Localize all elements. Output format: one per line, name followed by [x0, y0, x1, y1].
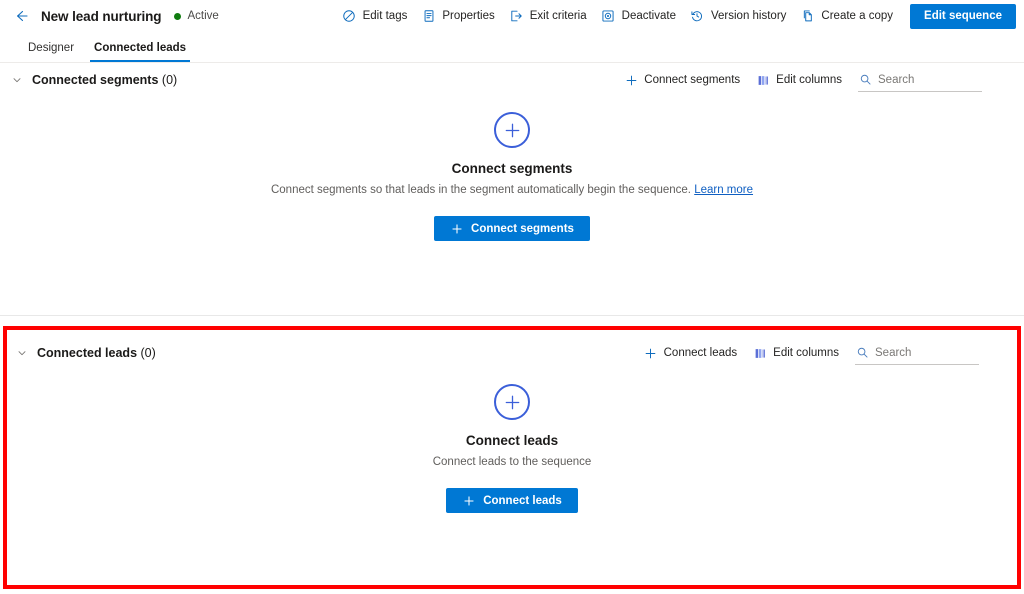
- connect-leads-button-label: Connect leads: [483, 494, 562, 507]
- properties-label: Properties: [442, 10, 495, 22]
- command-bar-actions: Edit tags Properties Exit criteria Deact…: [335, 2, 1016, 30]
- connect-segments-toolbar-button[interactable]: Connect segments: [616, 67, 748, 93]
- leads-search-box[interactable]: [855, 341, 979, 365]
- edit-columns-leads-button[interactable]: Edit columns: [745, 340, 847, 366]
- connect-leads-toolbar-button[interactable]: Connect leads: [636, 340, 746, 366]
- leads-empty-state: Connect leads Connect leads to the seque…: [7, 370, 1017, 513]
- leads-search-input[interactable]: [875, 346, 979, 359]
- status-dot-icon: [174, 12, 182, 20]
- plus-circle-icon: [494, 384, 530, 420]
- segments-empty-description: Connect segments so that leads in the se…: [271, 184, 753, 196]
- connected-leads-header: Connected leads (0) Connect leads Edit c…: [7, 336, 1017, 370]
- properties-button[interactable]: Properties: [414, 2, 501, 30]
- leads-empty-title: Connect leads: [465, 433, 559, 448]
- command-bar: New lead nurturing Active Edit tags Prop…: [0, 0, 1024, 32]
- segments-empty-description-text: Connect segments so that leads in the se…: [270, 184, 691, 196]
- create-a-copy-label: Create a copy: [821, 10, 894, 22]
- leads-empty-description: Connect leads to the sequence: [432, 456, 592, 468]
- connect-segments-button[interactable]: Connect segments: [434, 216, 590, 241]
- connected-segments-title: Connected segments (0): [32, 73, 177, 87]
- edit-tags-label: Edit tags: [362, 10, 408, 22]
- properties-icon: [421, 9, 436, 24]
- tag-icon: [342, 9, 357, 24]
- connected-leads-section: Connected leads (0) Connect leads Edit c…: [3, 326, 1021, 589]
- back-arrow-icon[interactable]: [10, 5, 32, 27]
- connected-leads-actions: Connect leads Edit columns: [636, 340, 979, 366]
- segments-search-box[interactable]: [858, 68, 982, 92]
- chevron-down-icon[interactable]: [11, 342, 33, 364]
- version-history-label: Version history: [710, 10, 787, 22]
- connected-leads-title: Connected leads (0): [37, 346, 156, 360]
- exit-icon: [509, 9, 524, 24]
- page-title: New lead nurturing: [41, 8, 162, 24]
- plus-circle-icon: [494, 112, 530, 148]
- deactivate-button[interactable]: Deactivate: [594, 2, 683, 30]
- tab-connected-leads[interactable]: Connected leads: [84, 42, 196, 62]
- deactivate-label: Deactivate: [621, 10, 676, 22]
- edit-columns-segments-label: Edit columns: [776, 74, 842, 86]
- connected-leads-count: (0): [140, 346, 156, 360]
- status-badge: Active: [174, 10, 219, 22]
- connect-segments-toolbar-label: Connect segments: [644, 74, 741, 86]
- tab-designer[interactable]: Designer: [18, 42, 84, 62]
- search-icon: [855, 346, 869, 360]
- edit-columns-icon: [753, 346, 767, 360]
- tab-strip: Designer Connected leads: [0, 32, 1024, 63]
- history-icon: [690, 9, 705, 24]
- exit-criteria-label: Exit criteria: [529, 10, 587, 22]
- exit-criteria-button[interactable]: Exit criteria: [502, 2, 594, 30]
- copy-icon: [800, 9, 815, 24]
- connected-segments-title-text: Connected segments: [32, 73, 159, 87]
- edit-tags-button[interactable]: Edit tags: [335, 2, 415, 30]
- segments-empty-title: Connect segments: [451, 161, 573, 176]
- connected-segments-count: (0): [161, 73, 178, 87]
- plus-icon: [624, 73, 638, 87]
- learn-more-link[interactable]: Learn more: [694, 184, 753, 196]
- connect-leads-toolbar-label: Connect leads: [663, 347, 738, 359]
- connect-segments-button-label: Connect segments: [471, 222, 574, 235]
- plus-icon: [462, 494, 476, 508]
- chevron-down-icon[interactable]: [6, 69, 28, 91]
- search-icon: [858, 73, 872, 87]
- segments-empty-state: Connect segments Connect segments so tha…: [0, 97, 1024, 241]
- edit-sequence-button[interactable]: Edit sequence: [910, 3, 1016, 29]
- section-divider: [0, 315, 1024, 316]
- plus-icon: [644, 346, 658, 360]
- edit-columns-segments-button[interactable]: Edit columns: [748, 67, 850, 93]
- connected-leads-title-text: Connected leads: [37, 346, 138, 360]
- deactivate-icon: [601, 9, 616, 24]
- connected-segments-section: Connected segments (0) Connect segments: [0, 63, 1024, 314]
- create-a-copy-button[interactable]: Create a copy: [793, 2, 900, 30]
- connected-segments-header: Connected segments (0) Connect segments: [0, 63, 1024, 97]
- plus-icon: [450, 222, 464, 236]
- connect-leads-button[interactable]: Connect leads: [446, 488, 578, 513]
- segments-search-input[interactable]: [878, 73, 982, 86]
- connected-segments-actions: Connect segments Edit columns: [616, 67, 982, 93]
- version-history-button[interactable]: Version history: [683, 2, 793, 30]
- edit-columns-icon: [756, 73, 770, 87]
- edit-columns-leads-label: Edit columns: [773, 347, 839, 359]
- status-label: Active: [187, 10, 219, 22]
